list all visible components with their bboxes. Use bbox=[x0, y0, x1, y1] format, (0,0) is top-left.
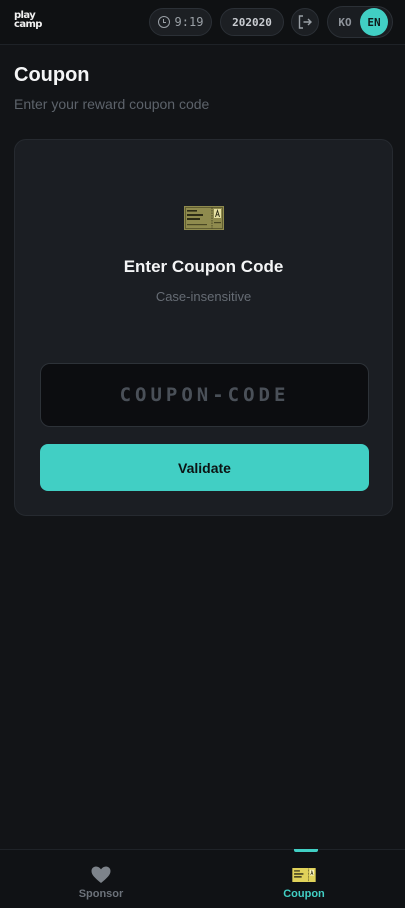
nav-item-sponsor[interactable]: Sponsor bbox=[0, 850, 202, 908]
user-code-badge: 202020 bbox=[220, 8, 284, 36]
language-switcher: KO EN bbox=[327, 6, 393, 38]
user-code: 202020 bbox=[232, 15, 272, 29]
lang-ko-option[interactable]: KO bbox=[328, 16, 362, 29]
nav-item-coupon[interactable]: Coupon bbox=[203, 849, 405, 908]
page-title: Coupon bbox=[14, 64, 90, 86]
top-bar: play camp 9:19 202020 KO EN bbox=[0, 0, 405, 45]
active-tab-indicator bbox=[294, 849, 318, 852]
case-hint: Case-insensitive bbox=[155, 289, 252, 304]
logout-icon bbox=[298, 15, 312, 29]
logout-button[interactable] bbox=[291, 8, 319, 36]
ticket-icon bbox=[184, 206, 224, 230]
playcamp-logo[interactable]: play camp bbox=[14, 11, 48, 33]
timer-value: 9:19 bbox=[174, 15, 204, 29]
ticket-icon bbox=[292, 866, 316, 884]
card-title: Enter Coupon Code bbox=[123, 257, 284, 276]
nav-label-sponsor: Sponsor bbox=[78, 888, 124, 900]
logo-text-line2: camp bbox=[14, 19, 42, 30]
validate-button[interactable]: Validate bbox=[40, 444, 369, 491]
coupon-card: Enter Coupon Code Case-insensitive Valid… bbox=[14, 139, 393, 516]
page-subtitle: Enter your reward coupon code bbox=[14, 96, 210, 112]
coupon-code-input[interactable] bbox=[40, 363, 369, 427]
lang-en-option[interactable]: EN bbox=[360, 8, 388, 36]
session-timer: 9:19 bbox=[149, 8, 212, 36]
bottom-nav: Sponsor Coupon bbox=[0, 849, 405, 908]
nav-label-coupon: Coupon bbox=[283, 888, 325, 900]
clock-icon bbox=[157, 16, 170, 28]
heart-icon bbox=[89, 866, 113, 884]
